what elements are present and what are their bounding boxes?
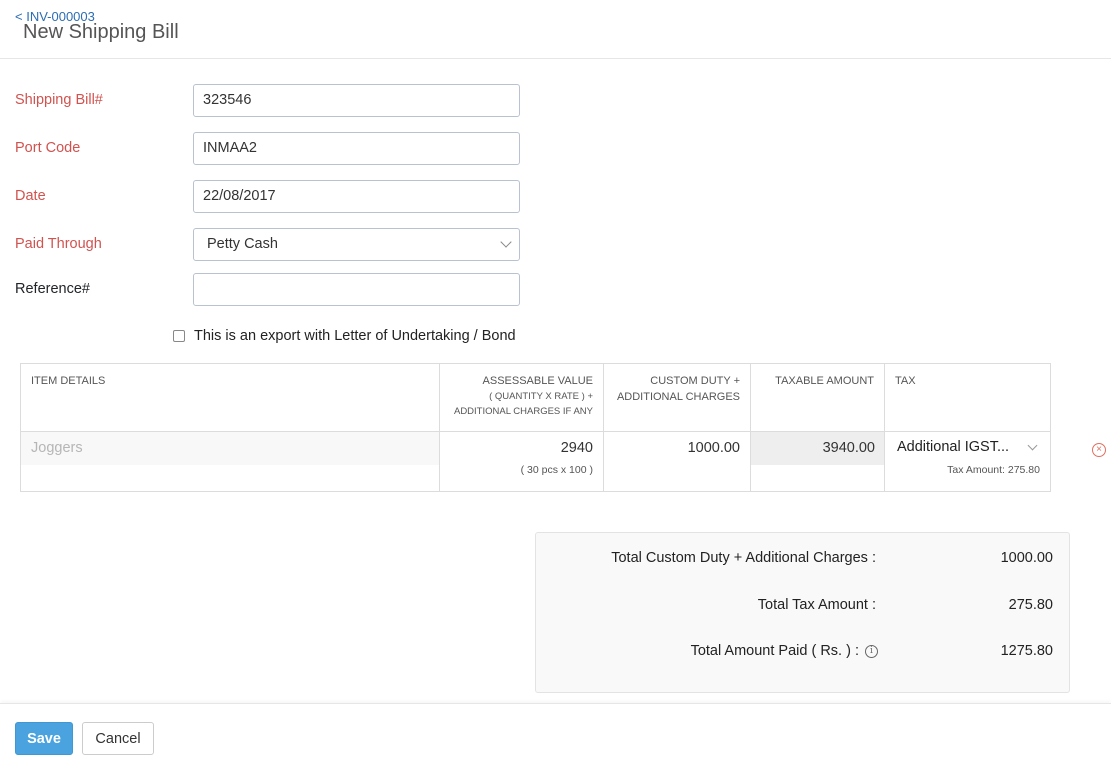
total-tax-value: 275.80: [1008, 597, 1053, 613]
shipping-bill-input[interactable]: 323546: [193, 84, 520, 117]
taxable-amount-value: 3940.00: [751, 432, 884, 465]
total-amount-paid-label: Total Amount Paid ( Rs. ) :: [690, 643, 859, 659]
form-row-date: Date 22/08/2017: [0, 180, 540, 213]
shipping-bill-label: Shipping Bill#: [15, 92, 103, 108]
chevron-down-icon: [1027, 440, 1038, 451]
port-code-input[interactable]: INMAA2: [193, 132, 520, 165]
total-custom-duty-value: 1000.00: [1000, 550, 1053, 566]
header-item-details: ITEM DETAILS: [20, 363, 440, 432]
total-custom-duty-row: Total Custom Duty + Additional Charges :…: [536, 550, 1069, 570]
table-row: Joggers 2940 ( 30 pcs x 100 ) 1000.00 39…: [20, 431, 1051, 492]
page-header: < INV-000003 New Shipping Bill: [0, 0, 1111, 59]
total-tax-label: Total Tax Amount :: [757, 597, 876, 613]
reference-label: Reference#: [15, 281, 90, 297]
total-amount-paid-value: 1275.80: [1000, 643, 1053, 659]
items-table: ITEM DETAILS ASSESSABLE VALUE ( QUANTITY…: [20, 363, 1051, 492]
total-amount-paid-row: Total Amount Paid ( Rs. ) : i 1275.80: [536, 643, 1069, 663]
info-icon[interactable]: i: [865, 644, 878, 658]
tax-select[interactable]: Additional IGST...: [885, 432, 1050, 462]
items-table-header: ITEM DETAILS ASSESSABLE VALUE ( QUANTITY…: [20, 363, 1051, 432]
form-row-reference: Reference#: [0, 273, 540, 306]
chevron-down-icon: [500, 236, 512, 248]
total-custom-duty-label: Total Custom Duty + Additional Charges :: [611, 550, 876, 566]
assessable-value[interactable]: 2940: [450, 440, 593, 456]
total-amount-paid-label-wrap: Total Amount Paid ( Rs. ) : i: [691, 643, 878, 659]
paid-through-value: Petty Cash: [207, 236, 278, 252]
taxable-amount-cell: 3940.00: [750, 431, 885, 492]
port-code-label: Port Code: [15, 140, 81, 156]
form-row-shipping-bill: Shipping Bill# 323546: [0, 84, 540, 117]
tax-select-value: Additional IGST...: [897, 439, 1010, 455]
header-custom-duty: CUSTOM DUTY + ADDITIONAL CHARGES: [603, 363, 751, 432]
item-name: Joggers: [21, 432, 439, 465]
paid-through-select[interactable]: Petty Cash: [193, 228, 520, 261]
remove-row-icon[interactable]: ×: [1092, 443, 1106, 457]
paid-through-label: Paid Through: [15, 236, 102, 252]
item-details-cell: Joggers: [20, 431, 440, 492]
form-row-paid-through: Paid Through Petty Cash: [0, 228, 540, 261]
cancel-button[interactable]: Cancel: [82, 722, 154, 755]
export-lut-checkbox[interactable]: [173, 330, 185, 342]
date-input[interactable]: 22/08/2017: [193, 180, 520, 213]
form-row-port-code: Port Code INMAA2: [0, 132, 540, 165]
assessable-note: ( 30 pcs x 100 ): [520, 464, 593, 476]
save-button[interactable]: Save: [15, 722, 73, 755]
tax-amount-note: Tax Amount: 275.80: [947, 464, 1040, 476]
export-lut-label: This is an export with Letter of Underta…: [194, 328, 516, 344]
custom-duty-value[interactable]: 1000.00: [614, 440, 740, 456]
assessable-value-cell[interactable]: 2940 ( 30 pcs x 100 ): [439, 431, 604, 492]
form-footer: Save Cancel: [0, 703, 1111, 761]
export-lut-checkbox-row[interactable]: This is an export with Letter of Underta…: [173, 328, 516, 344]
custom-duty-cell[interactable]: 1000.00: [603, 431, 751, 492]
header-taxable-amount: TAXABLE AMOUNT: [750, 363, 885, 432]
header-tax: TAX: [884, 363, 1051, 432]
total-tax-row: Total Tax Amount : 275.80: [536, 597, 1069, 617]
page-title: New Shipping Bill: [23, 21, 179, 43]
reference-input[interactable]: [193, 273, 520, 306]
date-label: Date: [15, 188, 46, 204]
totals-panel: Total Custom Duty + Additional Charges :…: [535, 532, 1070, 693]
header-assessable-value: ASSESSABLE VALUE ( QUANTITY X RATE ) + A…: [439, 363, 604, 432]
tax-cell[interactable]: Additional IGST... Tax Amount: 275.80: [884, 431, 1051, 492]
